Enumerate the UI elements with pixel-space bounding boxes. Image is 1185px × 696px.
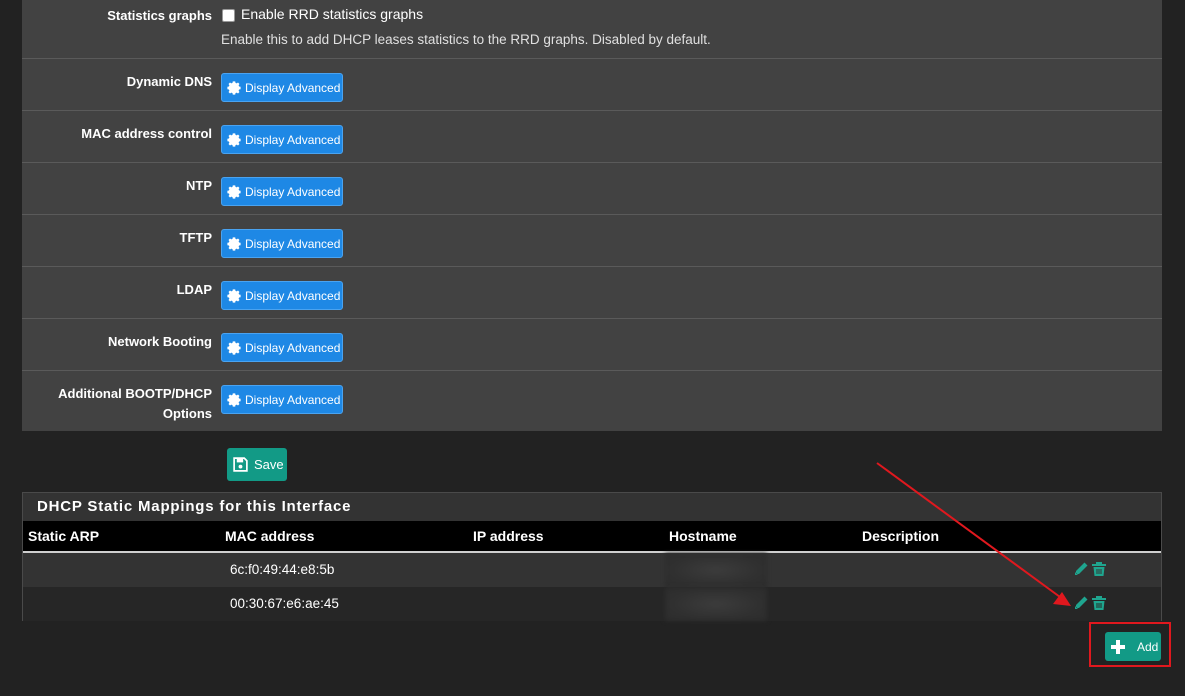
annotation-arrow bbox=[876, 462, 1071, 606]
